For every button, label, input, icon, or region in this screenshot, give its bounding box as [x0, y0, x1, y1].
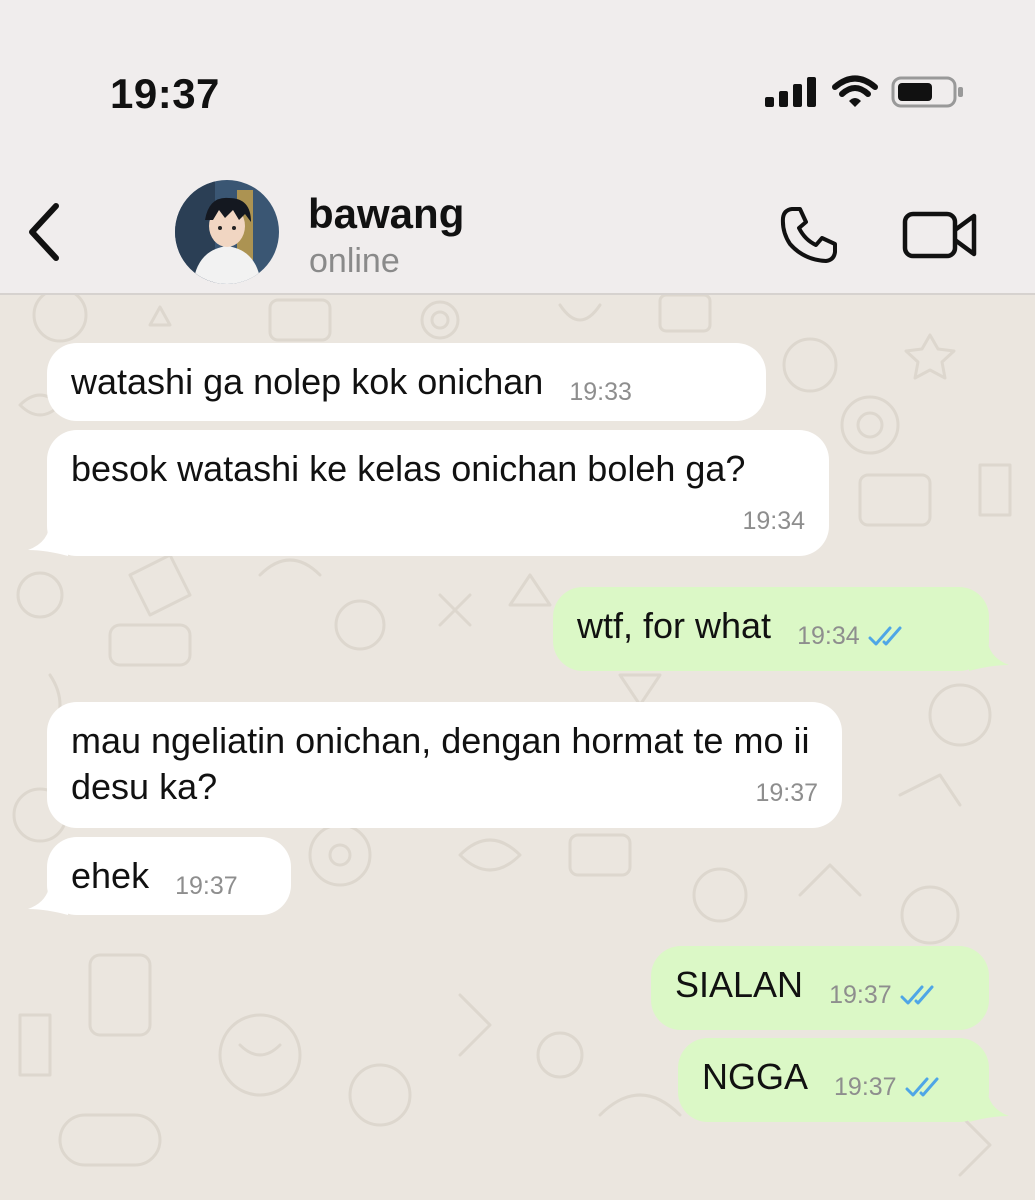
message-outgoing[interactable]: wtf, for what 19:34	[553, 587, 989, 671]
message-time: 19:37	[829, 972, 940, 1018]
message-incoming[interactable]: watashi ga nolep kok onichan 19:33	[47, 343, 766, 421]
message-text: SIALAN	[675, 964, 804, 1005]
message-text: NGGA	[702, 1056, 809, 1097]
message-time: 19:34	[797, 613, 908, 659]
message-time-text: 19:37	[175, 872, 238, 900]
double-check-icon	[868, 626, 902, 646]
message-time-text: 19:33	[569, 378, 632, 406]
message-incoming[interactable]: mau ngeliatin onichan, dengan hormat te …	[47, 702, 842, 828]
bubble-tail	[28, 520, 68, 556]
battery-icon	[891, 76, 963, 108]
wifi-icon	[832, 75, 878, 107]
message-text: besok watashi ke kelas onichan boleh ga?	[71, 448, 746, 489]
message-time: 19:37	[755, 770, 818, 816]
message-time: 19:33	[569, 369, 632, 415]
contact-name[interactable]: bawang	[308, 190, 464, 238]
back-chevron-icon	[29, 203, 59, 261]
message-outgoing[interactable]: SIALAN 19:37	[651, 946, 989, 1030]
message-time: 19:34	[742, 498, 805, 544]
message-time-text: 19:34	[797, 622, 860, 650]
avatar-image	[175, 180, 279, 284]
back-button[interactable]	[24, 202, 64, 267]
double-check-icon	[905, 1077, 939, 1097]
message-outgoing[interactable]: NGGA 19:37	[678, 1038, 989, 1122]
bubble-tail	[969, 1086, 1009, 1122]
voice-call-button[interactable]	[778, 204, 840, 271]
avatar[interactable]	[175, 180, 279, 284]
bubble-tail	[28, 879, 68, 915]
status-icons	[763, 74, 965, 110]
message-incoming[interactable]: besok watashi ke kelas onichan boleh ga?…	[47, 430, 829, 556]
message-text: ehek	[71, 855, 150, 896]
phone-icon	[780, 207, 837, 263]
message-text: mau ngeliatin onichan, dengan hormat te …	[71, 720, 810, 807]
chat-header: bawang online	[0, 150, 1035, 295]
message-text: watashi ga nolep kok onichan	[71, 361, 544, 402]
contact-status: online	[309, 242, 400, 280]
message-incoming[interactable]: ehek 19:37	[47, 837, 291, 915]
status-bar: 19:37	[0, 0, 1035, 150]
double-check-icon	[900, 985, 934, 1005]
message-time-text: 19:37	[829, 981, 892, 1009]
message-time-text: 19:34	[742, 507, 805, 535]
message-time-text: 19:37	[834, 1073, 897, 1101]
video-camera-icon	[902, 211, 977, 259]
status-time: 19:37	[110, 70, 220, 117]
bubble-tail	[969, 635, 1009, 671]
signal-icon	[765, 77, 816, 107]
chat-area[interactable]: watashi ga nolep kok onichan 19:33 besok …	[0, 295, 1035, 1200]
message-time: 19:37	[834, 1064, 945, 1110]
message-time: 19:37	[175, 863, 238, 909]
message-text: wtf, for what	[577, 605, 772, 646]
video-call-button[interactable]	[902, 210, 978, 265]
message-time-text: 19:37	[755, 779, 818, 807]
